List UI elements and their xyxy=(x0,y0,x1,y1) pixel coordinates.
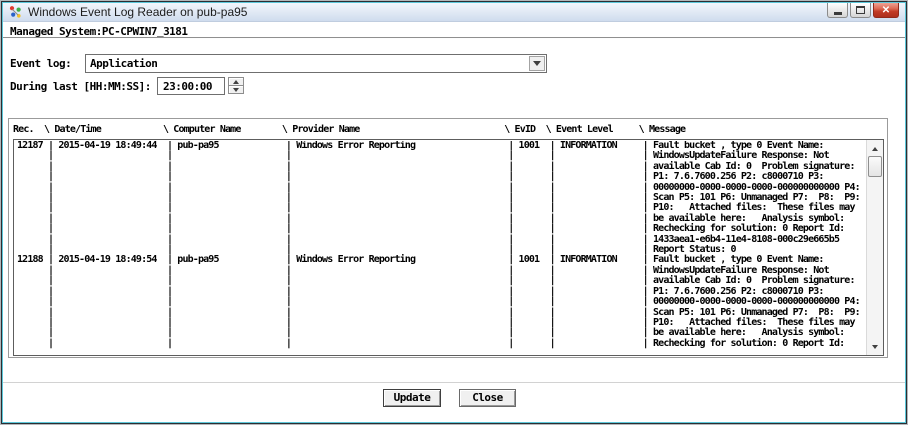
close-dialog-button[interactable]: Close xyxy=(459,389,516,407)
event-log-reader-window: Windows Event Log Reader on pub-pa95 ✕ M… xyxy=(0,0,908,425)
minimize-icon xyxy=(834,12,842,15)
event-log-selected-value: Application xyxy=(90,57,157,70)
duration-spinner xyxy=(228,77,244,95)
chevron-down-icon xyxy=(533,61,541,66)
scroll-up-icon xyxy=(872,147,878,151)
scroll-down-icon xyxy=(872,345,878,349)
update-button[interactable]: Update xyxy=(383,389,441,407)
event-table-groupbox: Rec. \ Date/Time \ Computer Name \ Provi… xyxy=(8,118,888,358)
app-icon xyxy=(8,5,23,20)
event-list[interactable]: 12187 | 2015-04-19 18:49:44 | pub-pa95 |… xyxy=(13,139,884,356)
scroll-up-button[interactable] xyxy=(867,141,883,156)
close-button[interactable]: ✕ xyxy=(873,3,899,18)
maximize-icon xyxy=(856,6,865,14)
vertical-scrollbar[interactable] xyxy=(866,140,883,355)
title-bar[interactable]: Windows Event Log Reader on pub-pa95 ✕ xyxy=(3,3,905,22)
duration-input[interactable]: 23:00:00 xyxy=(157,77,225,95)
scrollbar-thumb[interactable] xyxy=(868,156,882,177)
close-icon: ✕ xyxy=(882,4,890,17)
event-rows: 12187 | 2015-04-19 18:49:44 | pub-pa95 |… xyxy=(14,141,866,355)
table-row[interactable]: 12187 | 2015-04-19 18:49:44 | pub-pa95 |… xyxy=(14,141,866,255)
table-row[interactable]: 12188 | 2015-04-19 18:49:54 | pub-pa95 |… xyxy=(14,255,866,349)
table-header-row: Rec. \ Date/Time \ Computer Name \ Provi… xyxy=(13,124,685,135)
event-log-select[interactable]: Application xyxy=(85,54,547,73)
event-log-label: Event log: xyxy=(10,57,71,70)
header-separator xyxy=(3,37,905,39)
footer-separator xyxy=(3,382,905,383)
scroll-down-button[interactable] xyxy=(867,339,883,354)
duration-label: During last [HH:MM:SS]: xyxy=(10,80,151,93)
chevron-up-icon xyxy=(233,80,239,84)
spin-down-button[interactable] xyxy=(228,85,244,94)
caption-buttons: ✕ xyxy=(827,3,899,18)
maximize-button[interactable] xyxy=(850,3,871,18)
duration-value: 23:00:00 xyxy=(163,80,212,93)
event-log-dropdown-button[interactable] xyxy=(529,56,545,71)
minimize-button[interactable] xyxy=(827,3,848,18)
chevron-down-icon xyxy=(233,88,239,92)
window-title: Windows Event Log Reader on pub-pa95 xyxy=(28,5,247,19)
